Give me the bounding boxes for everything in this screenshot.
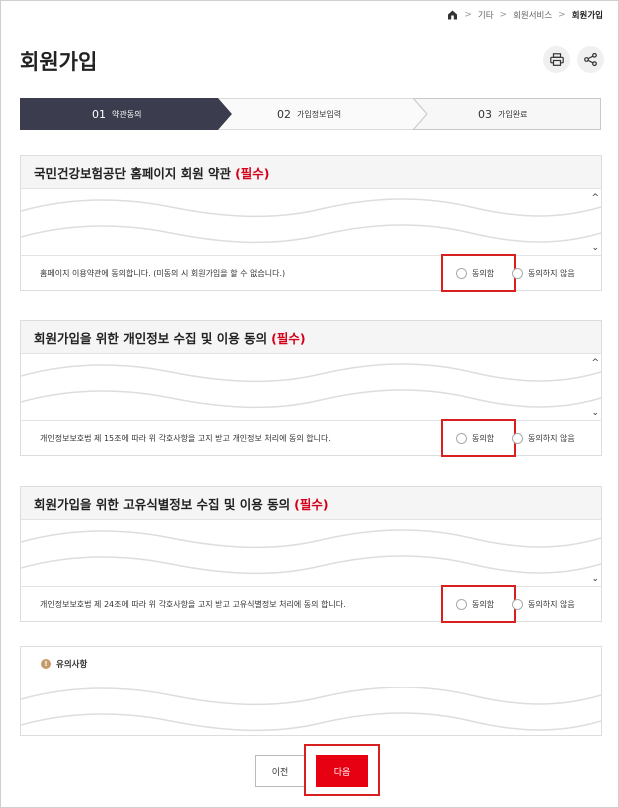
breadcrumb-separator: > — [558, 10, 566, 20]
step-number: 03 — [478, 107, 492, 121]
notice-title: ! 유의사항 — [41, 658, 87, 670]
radio-disagree[interactable]: 동의하지 않음 — [512, 256, 575, 290]
page-title: 회원가입 — [20, 50, 98, 74]
terms-section-privacy: 회원가입을 위한 개인정보 수집 및 이용 동의 (필수) ^ ⌄ 개인정보보호… — [20, 320, 602, 457]
print-button[interactable] — [543, 46, 570, 73]
breadcrumb-separator: > — [499, 10, 508, 20]
radio-disagree[interactable]: 동의하지 않음 — [512, 421, 575, 455]
scroll-down-icon[interactable]: ⌄ — [591, 574, 599, 584]
print-icon — [549, 53, 564, 66]
step-1: 01 약관동의 — [92, 98, 141, 130]
step-number: 02 — [277, 107, 291, 121]
section-title: 회원가입을 위한 개인정보 수집 및 이용 동의 (필수) — [21, 321, 601, 354]
required-badge: (필수) — [271, 330, 306, 346]
home-icon[interactable] — [447, 10, 458, 20]
next-button[interactable]: 다음 — [316, 755, 368, 787]
scroll-up-icon[interactable]: ^ — [591, 193, 599, 203]
share-icon — [584, 53, 597, 66]
breadcrumb: > 기타 > 회원서비스 > 회원가입 — [447, 9, 603, 21]
radio-circle[interactable] — [456, 598, 467, 610]
agree-text: 개인정보보호법 제 24조에 따라 위 각호사항을 고지 받고 고유식별정보 처… — [40, 599, 346, 609]
notice-section: ! 유의사항 — [20, 646, 602, 736]
radio-label: 동의하지 않음 — [528, 268, 575, 278]
agree-row: 홈페이지 이용약관에 동의합니다. (미동의 시 회원가입을 할 수 없습니다.… — [21, 254, 601, 292]
step-indicator: 01 약관동의 02 가입정보입력 03 가입완료 — [20, 98, 601, 130]
breadcrumb-item[interactable]: 회원서비스 — [513, 9, 552, 21]
agree-row: 개인정보보호법 제 24조에 따라 위 각호사항을 고지 받고 고유식별정보 처… — [21, 585, 601, 623]
required-badge: (필수) — [235, 165, 270, 181]
terms-section-unique-id: 회원가입을 위한 고유식별정보 수집 및 이용 동의 (필수) ⌄ 개인정보보호… — [20, 486, 602, 623]
agree-row: 개인정보보호법 제 15조에 따라 위 각호사항을 고지 받고 개인정보 처리에… — [21, 419, 601, 457]
section-title-text: 국민건강보험공단 홈페이지 회원 약관 — [34, 165, 232, 181]
radio-disagree[interactable]: 동의하지 않음 — [512, 587, 575, 621]
radio-label: 동의함 — [472, 268, 495, 278]
radio-circle[interactable] — [456, 267, 467, 279]
step-label: 가입정보입력 — [297, 109, 342, 119]
required-badge: (필수) — [294, 496, 329, 512]
radio-label: 동의하지 않음 — [528, 433, 575, 443]
breadcrumb-separator: > — [464, 10, 472, 20]
radio-label: 동의함 — [472, 433, 495, 443]
step-number: 01 — [92, 107, 106, 121]
radio-circle[interactable] — [512, 267, 523, 279]
radio-label: 동의함 — [472, 599, 495, 609]
share-button[interactable] — [577, 46, 604, 73]
agree-text: 개인정보보호법 제 15조에 따라 위 각호사항을 고지 받고 개인정보 처리에… — [40, 433, 331, 443]
section-title-text: 회원가입을 위한 고유식별정보 수집 및 이용 동의 — [34, 496, 291, 512]
scroll-down-icon[interactable]: ⌄ — [591, 408, 599, 418]
terms-scroll-area[interactable]: ^ ⌄ — [21, 354, 601, 421]
section-title: 국민건강보험공단 홈페이지 회원 약관 (필수) — [21, 156, 601, 189]
radio-agree[interactable]: 동의함 — [456, 421, 494, 455]
radio-agree[interactable]: 동의함 — [456, 587, 494, 621]
breadcrumb-current: 회원가입 — [571, 11, 603, 21]
radio-agree[interactable]: 동의함 — [456, 256, 494, 290]
terms-scroll-area[interactable]: ⌄ — [21, 520, 601, 587]
radio-label: 동의하지 않음 — [528, 599, 575, 609]
agree-text: 홈페이지 이용약관에 동의합니다. (미동의 시 회원가입을 할 수 없습니다.… — [40, 268, 286, 278]
step-label: 가입완료 — [498, 109, 528, 119]
scroll-down-icon[interactable]: ⌄ — [591, 243, 599, 253]
section-title-text: 회원가입을 위한 개인정보 수집 및 이용 동의 — [34, 330, 268, 346]
warning-icon: ! — [41, 659, 51, 669]
radio-circle[interactable] — [512, 432, 523, 444]
scroll-up-icon[interactable]: ^ — [591, 358, 599, 368]
notice-title-text: 유의사항 — [56, 660, 88, 670]
terms-section-site: 국민건강보험공단 홈페이지 회원 약관 (필수) ^ ⌄ 홈페이지 이용약관에 … — [20, 155, 602, 292]
radio-circle[interactable] — [456, 432, 467, 444]
step-label: 약관동의 — [112, 109, 142, 119]
breadcrumb-item[interactable]: 기타 — [478, 9, 494, 21]
section-title: 회원가입을 위한 고유식별정보 수집 및 이용 동의 (필수) — [21, 487, 601, 520]
radio-circle[interactable] — [512, 598, 523, 610]
step-3: 03 가입완료 — [478, 98, 527, 130]
prev-button[interactable]: 이전 — [255, 755, 305, 787]
step-2: 02 가입정보입력 — [277, 98, 341, 130]
terms-scroll-area[interactable]: ^ ⌄ — [21, 189, 601, 256]
